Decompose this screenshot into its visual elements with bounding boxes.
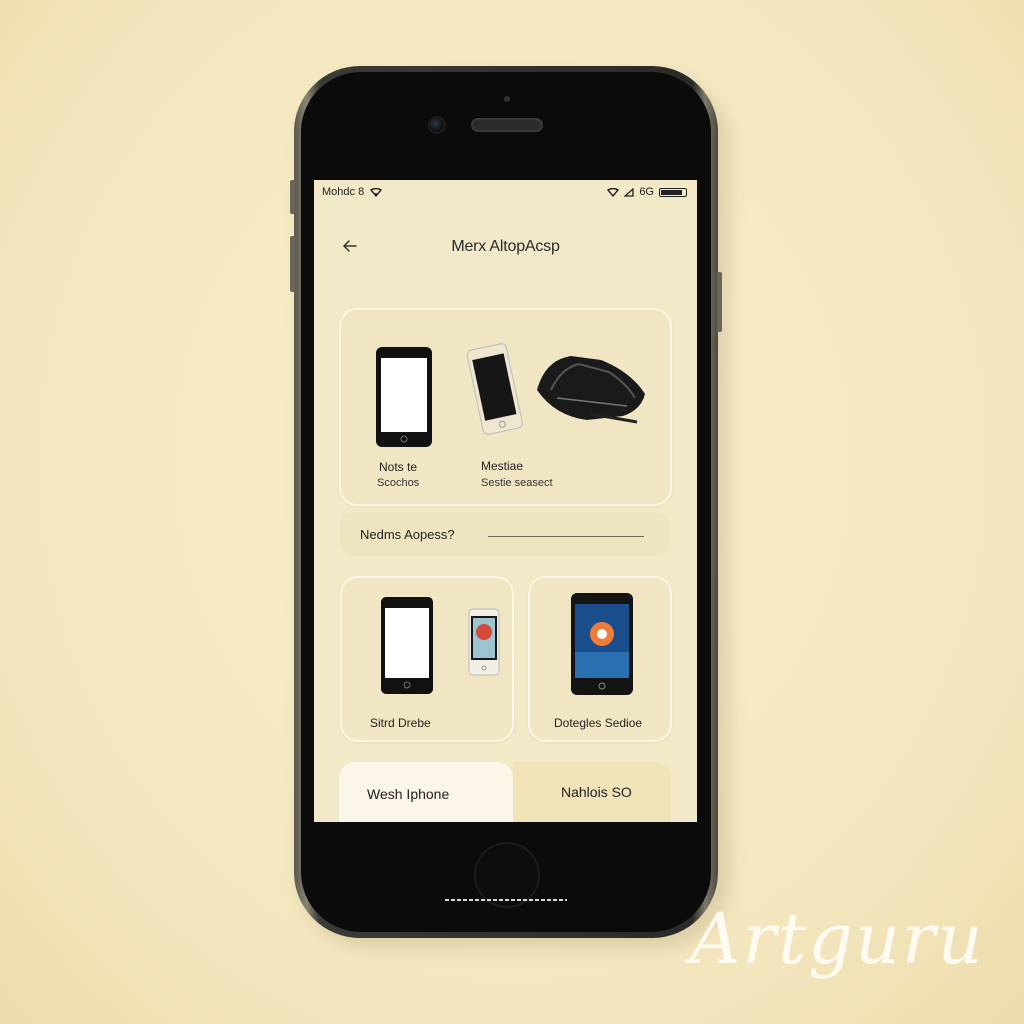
network-text: 6G [639, 186, 654, 198]
small-phone-product-image [468, 608, 500, 676]
product-label-2-title: Mestiae [481, 459, 524, 473]
status-left: Mohdc 8 [322, 186, 383, 198]
earpiece-speaker [471, 118, 543, 132]
tab-wesh-iphone[interactable]: Wesh Iphone [339, 762, 513, 822]
front-camera-icon [430, 118, 444, 132]
home-indicator [445, 899, 567, 901]
wifi-icon [370, 187, 383, 197]
phone-screen: Mohdc 8 6G Merx AltopAcsp Nots te Scocho… [314, 180, 697, 822]
search-field[interactable]: Nedms Aopess? [340, 512, 670, 556]
wifi-icon [607, 187, 620, 197]
phone-app-product-image [571, 593, 633, 695]
page-title: Merx AltopAcsp [451, 238, 560, 255]
watermark-logo: Artguru [690, 898, 985, 980]
phone-product-image [376, 347, 432, 447]
carrier-text: Mohdc 8 [322, 186, 365, 198]
product-label-1-subtitle: Scochos [377, 477, 420, 489]
product-card-1[interactable]: Sitrd Drebe [340, 576, 514, 742]
featured-products-card[interactable]: Nots te Scochos Mestiae Sestie seasect [339, 308, 672, 506]
tab-nahlois-so[interactable]: Nahlois SO [513, 762, 671, 822]
tilted-phone-product-image [466, 343, 523, 435]
app-header: Merx AltopAcsp [314, 232, 697, 262]
proximity-sensor [504, 96, 510, 102]
scene: Mohdc 8 6G Merx AltopAcsp Nots te Scocho… [0, 0, 1024, 1024]
mute-switch [290, 180, 295, 214]
product-label-1-title: Nots te [379, 460, 418, 474]
tab-label: Wesh Iphone [367, 786, 450, 802]
power-button [717, 272, 722, 332]
search-label: Nedms Aopess? [360, 527, 455, 542]
status-right: 6G [607, 186, 687, 198]
phone-product-image [381, 597, 433, 694]
signal-icon [624, 187, 634, 197]
volume-button [290, 236, 295, 292]
product-label-2-subtitle: Sestie seasect [481, 477, 553, 489]
status-bar: Mohdc 8 6G [314, 180, 697, 204]
product-card-2-label: Dotegles Sedioe [554, 716, 643, 730]
tab-label: Nahlois SO [561, 784, 632, 800]
search-underline [488, 536, 644, 537]
phone-case-product-image [537, 356, 645, 424]
product-card-2[interactable]: Dotegles Sedioe [528, 576, 672, 742]
battery-icon [659, 187, 687, 197]
product-card-1-label: Sitrd Drebe [370, 716, 431, 730]
